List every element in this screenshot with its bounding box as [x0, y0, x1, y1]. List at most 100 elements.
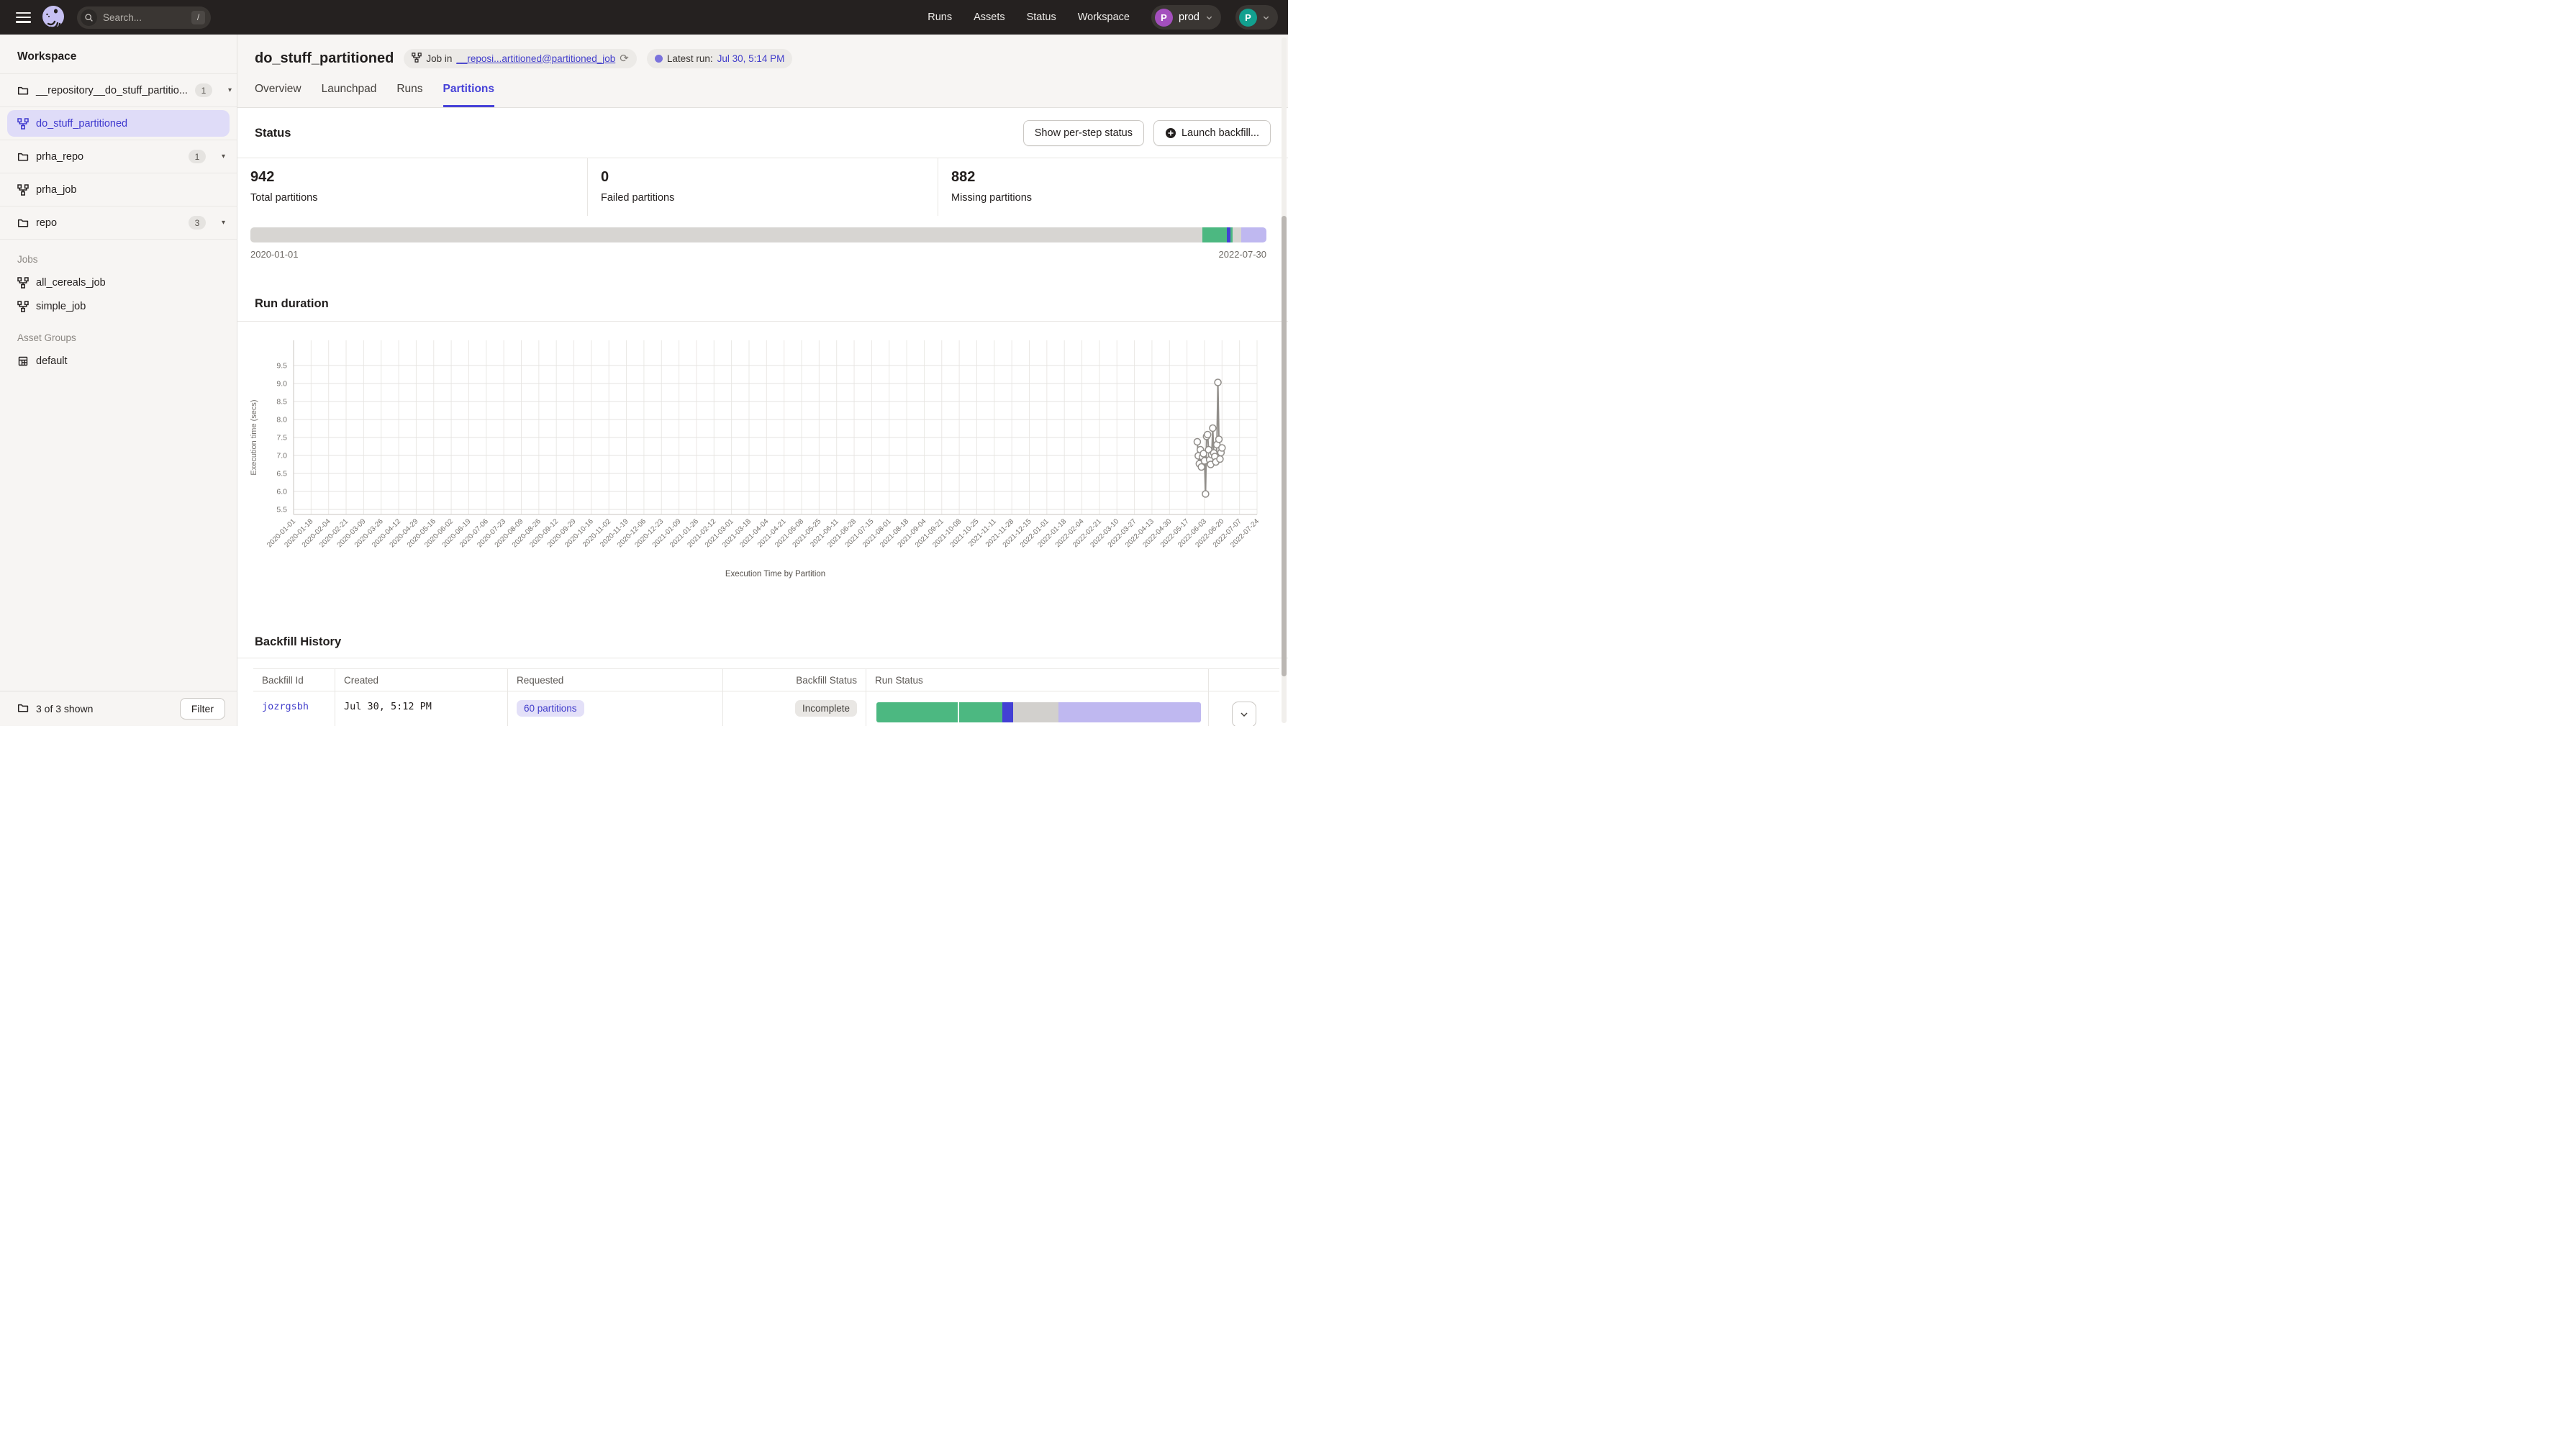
svg-text:8.5: 8.5 [276, 398, 287, 407]
sidebar-item-default[interactable]: default [0, 349, 237, 373]
latest-run-link[interactable]: Jul 30, 5:14 PM [717, 53, 785, 64]
run-status-dot [655, 55, 663, 63]
svg-text:Execution Time by Partition: Execution Time by Partition [725, 570, 825, 578]
nav-link-assets[interactable]: Assets [974, 12, 1005, 23]
deployment-label: prod [1179, 12, 1199, 23]
svg-text:9.5: 9.5 [276, 362, 287, 371]
sidebar-item-label: __repository__do_stuff_partitio... [36, 85, 188, 96]
sidebar-item-label: default [36, 355, 68, 367]
stat-value: 942 [250, 169, 587, 186]
folder-icon [17, 85, 29, 96]
job-origin-link[interactable]: __reposi...artitioned@partitioned_job [456, 53, 615, 64]
caret-down-icon[interactable]: ▾ [222, 153, 225, 160]
column-header-actions [1209, 669, 1279, 691]
partition-stats: 942Total partitions 0 Failed partitions882… [237, 158, 1288, 216]
menu-icon[interactable] [16, 12, 31, 23]
shown-count: 3 of 3 shown [36, 703, 93, 714]
backfill-history-heading: Backfill History [237, 625, 1288, 658]
bar-segment [1241, 227, 1266, 242]
bar-segment [1002, 702, 1013, 722]
deployment-avatar: P [1155, 9, 1173, 27]
sidebar-item-prha-repo[interactable]: prha_repo1▾ [0, 140, 237, 173]
sidebar-footer: 3 of 3 shown Filter [0, 691, 237, 726]
top-nav: Search... / Runs Assets Status Workspace P … [0, 0, 1288, 35]
sidebar-item-simple-job[interactable]: simple_job [0, 294, 237, 318]
run-duration-heading: Run duration [237, 289, 1288, 322]
run-duration-chart[interactable]: 2020-01-012020-01-182020-02-042020-02-21… [246, 333, 1268, 581]
sidebar-item--repository-do-stuff-partitio-[interactable]: __repository__do_stuff_partitio... 1 ▾ [0, 74, 237, 106]
bar-segment [250, 227, 1202, 242]
folder-icon [17, 702, 29, 716]
svg-text:6.0: 6.0 [276, 488, 287, 496]
partitions-content: Status Show per-step status Launch backf… [237, 108, 1288, 726]
user-menu[interactable]: P [1235, 5, 1278, 30]
tab-partitions[interactable]: Partitions [443, 83, 494, 107]
created-cell: Jul 30, 5:12 PM [335, 691, 508, 726]
backfill-id-link[interactable]: jozrgsbh [262, 701, 309, 712]
tab-runs[interactable]: Runs [396, 83, 422, 107]
partition-range-end: 2022-07-30 [1219, 249, 1267, 260]
column-header-backfill-id: Backfill Id [253, 669, 335, 691]
job-origin-prefix: Job in [426, 53, 452, 64]
nav-link-workspace[interactable]: Workspace [1078, 12, 1130, 23]
search-icon [81, 9, 97, 26]
table-row: jozrgsbh Jul 30, 5:12 PM 60 partitions2020… [253, 691, 1279, 726]
column-header-created: Created [335, 669, 508, 691]
plus-circle-icon [1165, 127, 1176, 139]
dagster-logo-icon[interactable] [41, 5, 65, 30]
sidebar-section-label: Jobs [0, 240, 237, 271]
stat-total-partitions: 942Total partitions [237, 158, 587, 216]
search-shortcut-key: / [191, 11, 205, 24]
job-icon [17, 118, 29, 130]
launch-backfill-button[interactable]: Launch backfill... [1153, 120, 1271, 146]
sidebar-section-label: Asset Groups [0, 318, 237, 349]
sidebar-item-do-stuff-partitioned[interactable]: do_stuff_partitioned [7, 110, 230, 137]
app: Search... / Runs Assets Status Workspace P … [0, 0, 1288, 726]
tab-overview[interactable]: Overview [255, 83, 301, 107]
bar-segment [959, 702, 1002, 722]
created-value: Jul 30, 5:12 PM [344, 701, 432, 712]
svg-text:8.0: 8.0 [276, 416, 287, 425]
page-scrollbar[interactable] [1282, 216, 1287, 676]
actions-cell [1209, 691, 1279, 726]
deployment-switcher[interactable]: P prod [1151, 5, 1221, 30]
caret-down-icon[interactable]: ▾ [222, 219, 225, 227]
bar-segment [876, 702, 958, 722]
latest-run-label: Latest run: [667, 53, 713, 64]
sidebar-item-prha-job[interactable]: prha_job [0, 173, 237, 206]
stat-label: Failed partitions [601, 192, 938, 204]
tab-launchpad[interactable]: Launchpad [322, 83, 377, 107]
sidebar-item-all-cereals-job[interactable]: all_cereals_job [0, 271, 237, 294]
nav-link-runs[interactable]: Runs [928, 12, 952, 23]
sidebar-item-repo[interactable]: repo3▾ [0, 207, 237, 239]
requested-partitions-badge[interactable]: 60 partitions [517, 700, 584, 717]
stat-value: 0 [601, 169, 938, 186]
expand-row-button[interactable] [1232, 702, 1256, 726]
partition-status-bar[interactable] [250, 227, 1266, 242]
sidebar-item-label: simple_job [36, 301, 86, 312]
search-input[interactable]: Search... / [77, 6, 211, 29]
job-icon [17, 301, 29, 312]
bar-segment [1013, 702, 1058, 722]
caret-down-icon[interactable]: ▾ [228, 86, 232, 94]
backfill-status-cell: Incomplete [723, 691, 866, 726]
sidebar-item-label: all_cereals_job [36, 277, 106, 289]
sidebar-item-label: do_stuff_partitioned [36, 118, 127, 130]
svg-text:7.0: 7.0 [276, 452, 287, 460]
job-icon [17, 184, 29, 196]
svg-text:9.0: 9.0 [276, 380, 287, 389]
requested-cell: 60 partitions2020-01-012022-07-30 [508, 691, 723, 726]
nav-links: Runs Assets Status Workspace [928, 12, 1130, 23]
stat-failed-partitions: 0 Failed partitions [587, 158, 938, 216]
count-badge: 1 [195, 83, 212, 97]
filter-button[interactable]: Filter [180, 698, 225, 720]
job-origin-tag: Job in __reposi...artitioned@partitioned… [404, 49, 636, 68]
show-per-step-status-button[interactable]: Show per-step status [1023, 120, 1144, 146]
run-status-bar[interactable] [876, 702, 1201, 722]
reload-icon[interactable]: ⟳ [620, 53, 629, 64]
svg-text:7.5: 7.5 [276, 434, 287, 443]
main-panel: do_stuff_partitioned Job in __reposi...a… [237, 35, 1288, 726]
sidebar-title: Workspace [0, 35, 237, 73]
nav-link-status[interactable]: Status [1027, 12, 1056, 23]
stat-missing-partitions: 882Missing partitions [938, 158, 1288, 216]
